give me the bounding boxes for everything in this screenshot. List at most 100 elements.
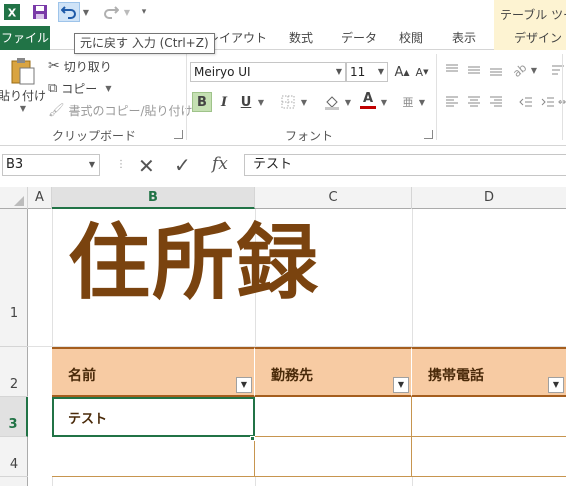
name-box[interactable]: B3 ▼ <box>2 154 100 176</box>
undo-icon[interactable] <box>58 2 80 22</box>
cancel-icon[interactable]: ✕ <box>138 154 155 178</box>
cut-button[interactable]: ✂ 切り取り <box>48 56 112 76</box>
filter-dropdown-icon[interactable]: ▼ <box>393 377 409 393</box>
fill-handle[interactable] <box>250 436 255 441</box>
formula-bar: B3 ▼ ⋮ ✕ ✓ fx テスト <box>0 151 566 180</box>
decrease-indent-icon[interactable] <box>516 92 536 112</box>
font-dialog-launcher-icon[interactable] <box>424 130 433 139</box>
title-bar: X ▼ ▼ ▾ テーブル ツール <box>0 0 566 26</box>
table-header-name[interactable]: 名前 ▼ <box>52 347 255 397</box>
table-header-mobile[interactable]: 携帯電話 ▼ <box>412 347 566 397</box>
phonetic-guide-icon[interactable]: 亜 <box>398 92 418 112</box>
sheet-title[interactable]: 住所録 <box>68 223 320 305</box>
font-size-select[interactable]: 11 ▼ <box>346 62 388 82</box>
copy-icon: ⧉ <box>48 80 58 96</box>
column-header-b[interactable]: B <box>52 187 255 209</box>
italic-button[interactable]: I <box>214 92 234 112</box>
table-cell-c3[interactable] <box>255 397 412 437</box>
table-cell-b4[interactable] <box>52 437 255 477</box>
undo-dropdown-icon[interactable]: ▼ <box>80 2 90 22</box>
align-right-icon[interactable] <box>486 92 506 112</box>
row-header-4[interactable]: 4 <box>0 437 28 477</box>
excel-icon[interactable]: X <box>2 2 22 22</box>
decrease-font-size-icon[interactable]: A ▼ <box>412 62 432 82</box>
fill-color-icon[interactable] <box>322 92 342 112</box>
row-header-2[interactable]: 2 <box>0 347 28 397</box>
row-header-3[interactable]: 3 <box>0 397 28 437</box>
select-all-button[interactable] <box>0 187 28 209</box>
copy-button[interactable]: ⧉ コピー ▼ <box>48 78 111 98</box>
wrap-text-icon[interactable] <box>548 60 566 80</box>
phonetic-dropdown-icon[interactable]: ▼ <box>416 92 426 112</box>
orientation-icon[interactable]: ab <box>510 60 530 80</box>
worksheet-grid[interactable]: 住所録 名前 ▼ 勤務先 ▼ 携帯電話 ▼ テスト <box>28 209 566 486</box>
underline-dropdown-icon[interactable]: ▼ <box>255 92 265 112</box>
insert-function-icon[interactable]: fx <box>212 154 228 174</box>
filter-dropdown-icon[interactable]: ▼ <box>548 377 564 393</box>
align-middle-icon[interactable] <box>464 60 484 80</box>
column-header-a[interactable]: A <box>28 187 52 209</box>
group-divider <box>186 54 187 140</box>
table-cell-c4[interactable] <box>255 437 412 477</box>
align-left-icon[interactable] <box>442 92 462 112</box>
tab-view[interactable]: 表示 <box>452 26 476 50</box>
bold-button[interactable]: B <box>192 92 212 112</box>
font-group-label: フォント <box>285 129 334 143</box>
format-painter-icon: 🖌 <box>48 102 65 118</box>
row-headers: 1 2 3 4 <box>0 209 28 486</box>
clipboard-dialog-launcher-icon[interactable] <box>174 130 183 139</box>
tab-data[interactable]: データ <box>341 26 377 50</box>
paste-button[interactable]: 貼り付け ▼ <box>0 56 46 118</box>
align-bottom-icon[interactable] <box>486 60 506 80</box>
group-divider <box>436 54 437 140</box>
borders-icon[interactable] <box>278 92 298 112</box>
paste-icon <box>11 58 35 85</box>
table-header-company[interactable]: 勤務先 ▼ <box>255 347 412 397</box>
undo-tooltip: 元に戻す 入力 (Ctrl+Z) <box>74 33 215 54</box>
orientation-dropdown-icon[interactable]: ▼ <box>528 60 538 80</box>
save-icon[interactable] <box>30 2 50 22</box>
borders-dropdown-icon[interactable]: ▼ <box>298 92 308 112</box>
clipboard-group-label: クリップボード <box>52 129 137 143</box>
column-header-c[interactable]: C <box>255 187 412 209</box>
redo-icon[interactable] <box>100 2 122 22</box>
font-color-swatch <box>360 105 376 109</box>
font-color-dropdown-icon[interactable]: ▼ <box>378 92 388 112</box>
paste-label: 貼り付け <box>0 89 47 103</box>
underline-button[interactable]: U <box>236 92 256 112</box>
fill-color-dropdown-icon[interactable]: ▼ <box>342 92 352 112</box>
align-center-icon[interactable] <box>464 92 484 112</box>
font-name-select[interactable]: Meiryo UI ▼ <box>190 62 346 82</box>
name-box-dropdown-icon: ▼ <box>88 160 95 169</box>
redo-dropdown-icon[interactable]: ▼ <box>121 2 131 22</box>
format-painter-button[interactable]: 🖌 書式のコピー/貼り付け <box>48 100 193 120</box>
underline-label: U <box>240 94 252 110</box>
tab-table-design[interactable]: デザイン <box>494 26 566 50</box>
table-cell-d3[interactable] <box>412 397 566 437</box>
copy-dropdown-icon: ▼ <box>105 83 112 93</box>
tab-formulas[interactable]: 数式 <box>289 26 313 50</box>
row-header-1[interactable]: 1 <box>0 209 28 347</box>
format-painter-label: 書式のコピー/貼り付け <box>68 103 193 118</box>
enter-icon[interactable]: ✓ <box>174 153 191 177</box>
table-cell-b3[interactable]: テスト <box>52 397 255 437</box>
table-header-mobile-label: 携帯電話 <box>428 368 484 384</box>
font-color-icon[interactable]: A <box>358 90 378 110</box>
formula-input[interactable]: テスト <box>244 154 566 176</box>
table-header-name-label: 名前 <box>68 368 96 384</box>
italic-label: I <box>220 94 228 110</box>
ribbon: 貼り付け ▼ ✂ 切り取り ⧉ コピー ▼ 🖌 書式のコピー/貼り付け クリップ… <box>0 50 566 146</box>
table-cell-d4[interactable] <box>412 437 566 477</box>
tab-review[interactable]: 校閲 <box>399 26 423 50</box>
increase-font-size-icon[interactable]: A ▲ <box>392 62 412 82</box>
filter-dropdown-icon[interactable]: ▼ <box>236 377 252 393</box>
increase-indent-icon[interactable] <box>538 92 558 112</box>
customize-qat-icon[interactable]: ▾ <box>138 2 150 22</box>
tab-file[interactable]: ファイル <box>0 26 50 50</box>
tab-page-layout[interactable]: レイアウト <box>207 26 267 50</box>
align-top-icon[interactable] <box>442 60 462 80</box>
tab-page-layout-label: レイアウト <box>207 31 268 45</box>
paste-dropdown-icon: ▼ <box>19 104 27 113</box>
font-size-value: 11 <box>350 65 366 79</box>
column-header-d[interactable]: D <box>412 187 566 209</box>
